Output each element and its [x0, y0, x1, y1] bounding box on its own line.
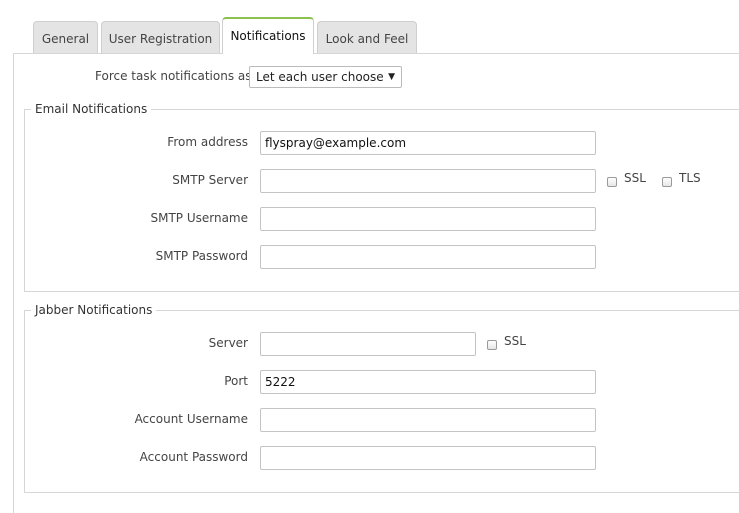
email-notifications-legend: Email Notifications	[31, 102, 152, 116]
smtp-username-input[interactable]	[260, 207, 596, 231]
smtp-ssl-checkbox[interactable]	[607, 177, 617, 187]
smtp-username-label: SMTP Username	[150, 211, 248, 225]
smtp-password-label: SMTP Password	[155, 249, 248, 263]
jabber-ssl-label: SSL	[504, 334, 526, 348]
jabber-server-label: Server	[208, 336, 248, 350]
tab-general[interactable]: General	[33, 21, 98, 53]
smtp-tls-label: TLS	[679, 171, 701, 185]
tab-bar: General User Registration Notifications …	[0, 0, 739, 54]
smtp-server-label: SMTP Server	[172, 173, 248, 187]
tab-notifications[interactable]: Notifications	[222, 17, 314, 54]
jabber-ssl-checkbox[interactable]	[487, 340, 497, 350]
force-notifications-select[interactable]: Let each user choose ▼	[249, 66, 402, 88]
jabber-notifications-legend: Jabber Notifications	[31, 303, 157, 317]
account-password-input[interactable]	[260, 446, 596, 470]
smtp-server-input[interactable]	[260, 169, 596, 193]
smtp-ssl-label: SSL	[624, 171, 646, 185]
tab-look-and-feel[interactable]: Look and Feel	[317, 21, 417, 53]
account-password-label: Account Password	[139, 450, 248, 464]
from-address-input[interactable]: flyspray@example.com	[260, 131, 596, 155]
force-notifications-label: Force task notifications as	[95, 69, 252, 83]
jabber-port-input[interactable]: 5222	[260, 370, 596, 394]
account-username-input[interactable]	[260, 408, 596, 432]
smtp-tls-checkbox[interactable]	[662, 177, 672, 187]
from-address-label: From address	[167, 135, 248, 149]
force-notifications-value: Let each user choose	[256, 70, 384, 84]
jabber-server-input[interactable]	[260, 332, 476, 356]
tab-user-registration[interactable]: User Registration	[101, 21, 220, 53]
smtp-password-input[interactable]	[260, 245, 596, 269]
jabber-port-label: Port	[224, 374, 248, 388]
chevron-down-icon: ▼	[388, 72, 395, 82]
account-username-label: Account Username	[134, 412, 248, 426]
